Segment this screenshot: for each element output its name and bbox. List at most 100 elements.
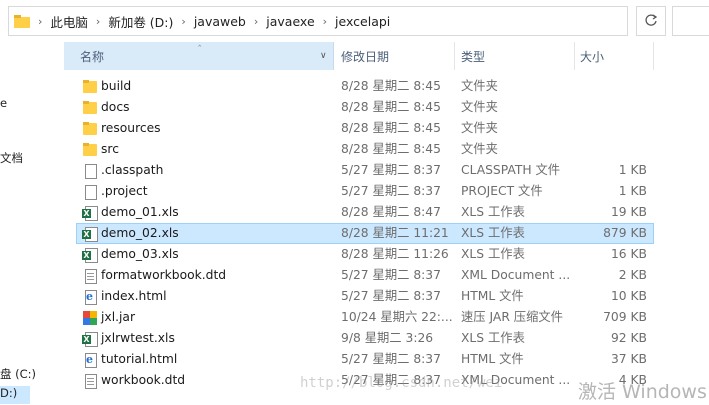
file-row[interactable]: src 8/28 星期二 8:45 文件夹 <box>76 139 654 160</box>
address-history-dropdown[interactable] <box>628 6 636 36</box>
file-type: 文件夹 <box>461 142 498 156</box>
file-type: 文件夹 <box>461 79 498 93</box>
file-type: HTML 文件 <box>461 289 524 303</box>
file-row[interactable]: docs 8/28 星期二 8:45 文件夹 <box>76 97 654 118</box>
breadcrumb-drive-d[interactable]: 新加卷 (D:) <box>108 12 173 31</box>
chevron-right-icon[interactable]: › <box>96 15 100 28</box>
file-size: 1 KB <box>618 163 647 177</box>
xls-file-icon: X <box>82 226 98 242</box>
file-row[interactable]: resources 8/28 星期二 8:45 文件夹 <box>76 118 654 139</box>
chevron-right-icon[interactable]: › <box>254 15 258 28</box>
column-header: ‸ 名称 ∨ 修改日期 类型 大小 <box>64 36 654 70</box>
activate-windows-text: 激活 Windows <box>578 381 707 403</box>
file-size: 16 KB <box>610 247 647 261</box>
file-type: XLS 工作表 <box>461 205 525 219</box>
file-modified-date: 5/27 星期二 8:37 <box>341 184 441 198</box>
file-modified-date: 8/28 星期二 8:45 <box>341 142 441 156</box>
sort-ascending-icon: ‸ <box>198 36 202 47</box>
file-name: demo_01.xls <box>101 205 179 219</box>
file-modified-date: 8/28 星期二 8:45 <box>341 79 441 93</box>
file-name: index.html <box>101 289 167 303</box>
folder-icon <box>14 14 30 28</box>
column-header-type[interactable]: 类型 <box>455 42 575 70</box>
file-type: XLS 工作表 <box>461 331 525 345</box>
nav-item[interactable]: e <box>0 96 7 110</box>
file-row[interactable]: formatworkbook.dtd 5/27 星期二 8:37 XML Docum… <box>76 265 654 286</box>
file-modified-date: 8/28 星期二 11:21 <box>341 226 449 240</box>
file-icon <box>82 163 98 179</box>
file-row[interactable]: e index.html 5/27 星期二 8:37 HTML 文件 10 KB <box>76 286 654 307</box>
dtd-file-icon <box>82 373 98 389</box>
refresh-icon <box>645 14 658 26</box>
xls-file-icon: X <box>82 247 98 263</box>
file-modified-date: 5/27 星期二 8:37 <box>341 163 441 177</box>
file-modified-date: 5/27 星期二 8:37 <box>341 352 441 366</box>
file-modified-date: 5/27 星期二 8:37 <box>341 289 441 303</box>
file-row[interactable]: jxl.jar 10/24 星期六 22:... 速压 JAR 压缩文件 709 KB <box>76 307 654 328</box>
file-row[interactable]: e tutorial.html 5/27 星期二 8:37 HTML 文件 37 KB <box>76 349 654 370</box>
file-type: 文件夹 <box>461 121 498 135</box>
search-input[interactable] <box>672 6 709 36</box>
file-name: .classpath <box>101 163 164 177</box>
chevron-right-icon[interactable]: › <box>181 15 185 28</box>
file-row[interactable]: .classpath 5/27 星期二 8:37 CLASSPATH 文件 1 KB <box>76 160 654 181</box>
file-type: XML Document ... <box>461 268 571 282</box>
file-modified-date: 8/28 星期二 11:26 <box>341 247 449 261</box>
file-size: 2 KB <box>618 268 647 282</box>
column-header-name[interactable]: ‸ 名称 ∨ <box>64 36 334 70</box>
breadcrumb-jexcelapi[interactable]: jexcelapi <box>335 14 390 29</box>
file-name: demo_03.xls <box>101 247 179 261</box>
file-size: 879 KB <box>603 226 647 240</box>
file-type: CLASSPATH 文件 <box>461 163 561 177</box>
file-modified-date: 8/28 星期二 8:45 <box>341 121 441 135</box>
address-bar[interactable]: › 此电脑 › 新加卷 (D:) › javaweb › javaexe › j… <box>8 6 628 36</box>
refresh-button[interactable] <box>636 6 666 36</box>
html-file-icon: e <box>82 289 98 305</box>
file-name: jxlrwtest.xls <box>101 331 175 345</box>
file-row[interactable]: Xdemo_02.xls 8/28 星期二 11:21 XLS 工作表 879 KB <box>76 223 654 244</box>
file-name: resources <box>101 121 161 135</box>
folder-icon <box>82 142 98 158</box>
file-row[interactable]: Xjxlrwtest.xls 9/8 星期二 3:26 XLS 工作表 92 KB <box>76 328 654 349</box>
folder-icon <box>82 121 98 137</box>
file-modified-date: 5/27 星期二 8:37 <box>341 268 441 282</box>
file-size: 1 KB <box>618 184 647 198</box>
nav-item-drive-c[interactable]: 盘 (C:) <box>0 366 36 382</box>
file-modified-date: 8/28 星期二 8:47 <box>341 205 441 219</box>
breadcrumb-javaweb[interactable]: javaweb <box>194 14 246 29</box>
file-row[interactable]: .project 5/27 星期二 8:37 PROJECT 文件 1 KB <box>76 181 654 202</box>
file-name: docs <box>101 100 130 114</box>
nav-item-drive-d[interactable]: D:) <box>0 386 30 404</box>
navigation-pane: e 文档 盘 (C:) D:) <box>0 40 60 405</box>
file-type: 速压 JAR 压缩文件 <box>461 310 563 324</box>
file-modified-date: 9/8 星期二 3:26 <box>341 331 434 345</box>
file-row[interactable]: build 8/28 星期二 8:45 文件夹 <box>76 76 654 97</box>
file-name: jxl.jar <box>101 310 136 324</box>
folder-icon <box>82 79 98 95</box>
file-row[interactable]: Xdemo_03.xls 8/28 星期二 11:26 XLS 工作表 16 KB <box>76 244 654 265</box>
file-modified-date: 8/28 星期二 8:45 <box>341 100 441 114</box>
file-modified-date: 10/24 星期六 22:... <box>341 310 453 324</box>
xls-file-icon: X <box>82 205 98 221</box>
file-size: 709 KB <box>603 310 647 324</box>
chevron-right-icon[interactable]: › <box>38 15 42 28</box>
file-size: 10 KB <box>610 289 647 303</box>
xls-file-icon: X <box>82 331 98 347</box>
chevron-right-icon[interactable]: › <box>323 15 327 28</box>
file-type: XLS 工作表 <box>461 226 525 240</box>
chevron-down-icon[interactable]: ∨ <box>320 51 327 61</box>
file-type: XLS 工作表 <box>461 247 525 261</box>
file-row[interactable]: Xdemo_01.xls 8/28 星期二 8:47 XLS 工作表 19 KB <box>76 202 654 223</box>
column-header-date[interactable]: 修改日期 <box>334 42 455 70</box>
breadcrumb-javaexe[interactable]: javaexe <box>266 14 314 29</box>
html-file-icon: e <box>82 352 98 368</box>
file-name: tutorial.html <box>101 352 178 366</box>
column-header-size[interactable]: 大小 <box>575 42 654 70</box>
file-name: workbook.dtd <box>101 373 186 387</box>
breadcrumb-this-pc[interactable]: 此电脑 <box>50 12 88 31</box>
file-size: 37 KB <box>610 352 647 366</box>
nav-item-documents[interactable]: 文档 <box>0 150 23 166</box>
file-type: HTML 文件 <box>461 352 524 366</box>
file-name: src <box>101 142 119 156</box>
file-size: 92 KB <box>610 331 647 345</box>
